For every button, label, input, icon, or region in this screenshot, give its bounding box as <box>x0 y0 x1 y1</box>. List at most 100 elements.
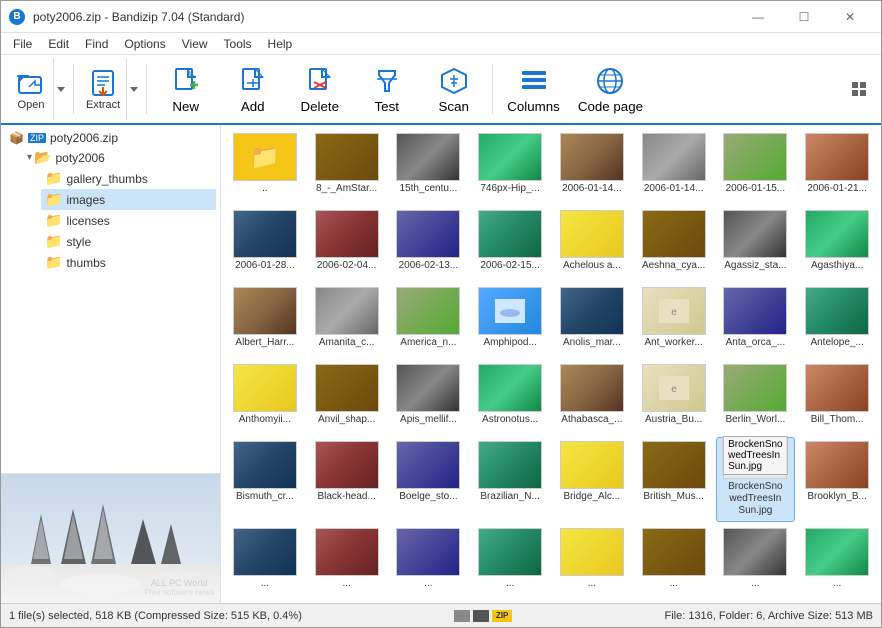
menu-tools[interactable]: Tools <box>216 35 260 53</box>
list-item[interactable]: Athabasca_... <box>552 360 632 435</box>
list-item[interactable]: Antelope_... <box>797 283 877 358</box>
list-item[interactable]: ... <box>716 524 796 599</box>
list-item[interactable]: Agasthiya... <box>797 206 877 281</box>
minimize-button[interactable]: — <box>735 1 781 33</box>
file-thumbnail <box>805 528 869 576</box>
menu-file[interactable]: File <box>5 35 40 53</box>
list-item[interactable]: 2006-01-14... <box>634 129 714 204</box>
list-item[interactable]: Aeshna_cya... <box>634 206 714 281</box>
file-thumbnail: 📁 <box>233 133 297 181</box>
file-thumbnail <box>315 287 379 335</box>
columns-button[interactable]: Columns <box>499 58 568 120</box>
tree-item-licenses[interactable]: 📁 licenses <box>41 210 216 231</box>
list-item[interactable]: Anta_orca_... <box>716 283 796 358</box>
title-bar: B poty2006.zip - Bandizip 7.04 (Standard… <box>1 1 881 33</box>
delete-button[interactable]: Delete <box>287 58 352 120</box>
file-thumbnail <box>396 441 460 489</box>
test-button[interactable]: Test <box>354 58 419 120</box>
add-button[interactable]: Add <box>220 58 285 120</box>
maximize-button[interactable]: ☐ <box>781 1 827 33</box>
list-item[interactable]: Black-head... <box>307 437 387 522</box>
list-item[interactable]: Anthomyii... <box>225 360 305 435</box>
list-item[interactable]: ... <box>470 524 550 599</box>
list-item[interactable]: 2006-02-04... <box>307 206 387 281</box>
open-button[interactable]: Open <box>9 58 53 120</box>
list-item[interactable]: British_Mus... <box>634 437 714 522</box>
list-item[interactable]: ... <box>389 524 469 599</box>
extract-button[interactable]: Extract <box>80 58 126 120</box>
brockensno-file-item[interactable]: BrockenSnowedTreesInSun.jpg BrockenSnowe… <box>716 437 796 522</box>
menu-options[interactable]: Options <box>116 35 173 53</box>
tree-item-zip[interactable]: 📦 ZIP poty2006.zip <box>5 129 216 147</box>
list-item[interactable]: 2006-02-13... <box>389 206 469 281</box>
list-item[interactable]: Agassiz_sta... <box>716 206 796 281</box>
new-button[interactable]: New <box>153 58 218 120</box>
file-name: 2006-02-15... <box>480 260 540 272</box>
list-item[interactable]: ... <box>225 524 305 599</box>
tree-item-poty2006[interactable]: ▾ 📂 poty2006 <box>23 147 216 168</box>
list-item[interactable]: Amanita_c... <box>307 283 387 358</box>
list-item[interactable]: ... <box>797 524 877 599</box>
list-item[interactable]: 2006-01-15... <box>716 129 796 204</box>
file-thumbnail <box>396 287 460 335</box>
grid-view-button[interactable] <box>845 75 873 103</box>
list-item[interactable]: 746px-Hip_... <box>470 129 550 204</box>
list-item[interactable]: ... <box>307 524 387 599</box>
tree-level2: 📁 gallery_thumbs 📁 images 📁 licenses <box>23 168 216 273</box>
list-item[interactable]: ... <box>634 524 714 599</box>
list-item[interactable]: Boelge_sto... <box>389 437 469 522</box>
extract-dropdown-arrow[interactable] <box>126 58 140 120</box>
file-thumbnail <box>560 287 624 335</box>
file-thumbnail <box>315 441 379 489</box>
list-item[interactable]: Astronotus... <box>470 360 550 435</box>
menu-edit[interactable]: Edit <box>40 35 77 53</box>
tree-item-thumbs[interactable]: 📁 thumbs <box>41 252 216 273</box>
menu-view[interactable]: View <box>174 35 216 53</box>
list-item[interactable]: Anvil_shap... <box>307 360 387 435</box>
list-item[interactable]: 2006-01-28... <box>225 206 305 281</box>
code-page-button[interactable]: Code page <box>570 58 651 120</box>
list-view-icon[interactable] <box>454 610 470 622</box>
preview-area: ALL PC World Free software news <box>1 473 220 603</box>
tree-item-gallery-thumbs[interactable]: 📁 gallery_thumbs <box>41 168 216 189</box>
file-name: ... <box>342 578 350 590</box>
menu-find[interactable]: Find <box>77 35 116 53</box>
list-item[interactable]: Bismuth_cr... <box>225 437 305 522</box>
zip-badge: ZIP <box>28 133 46 143</box>
list-item[interactable]: Bill_Thom... <box>797 360 877 435</box>
list-item[interactable]: Amphipod... <box>470 283 550 358</box>
file-thumbnail <box>478 528 542 576</box>
list-item[interactable]: Bridge_Alc... <box>552 437 632 522</box>
list-item[interactable]: 2006-01-21... <box>797 129 877 204</box>
list-item[interactable]: Anolis_mar... <box>552 283 632 358</box>
open-dropdown-arrow[interactable] <box>53 58 67 120</box>
list-item[interactable]: Achelous a... <box>552 206 632 281</box>
detail-view-icon[interactable] <box>473 610 489 622</box>
list-item[interactable]: Apis_mellif... <box>389 360 469 435</box>
menu-help[interactable]: Help <box>260 35 301 53</box>
list-item[interactable]: Brazilian_N... <box>470 437 550 522</box>
list-item[interactable]: ... <box>552 524 632 599</box>
delete-label: Delete <box>300 99 339 114</box>
close-button[interactable]: ✕ <box>827 1 873 33</box>
tree-item-style[interactable]: 📁 style <box>41 231 216 252</box>
list-item[interactable]: Albert_Harr... <box>225 283 305 358</box>
list-item[interactable]: Berlin_Worl... <box>716 360 796 435</box>
list-item[interactable]: 2006-02-15... <box>470 206 550 281</box>
list-item[interactable]: 📁 .. <box>225 129 305 204</box>
tooltip: BrockenSnowedTreesInSun.jpg <box>723 436 787 475</box>
file-name: Astronotus... <box>482 414 538 426</box>
tree-item-images[interactable]: 📁 images <box>41 189 216 210</box>
file-thumbnail <box>560 441 624 489</box>
list-item[interactable]: e Ant_worker... <box>634 283 714 358</box>
list-item[interactable]: America_n... <box>389 283 469 358</box>
list-item[interactable]: 15th_centu... <box>389 129 469 204</box>
status-icons: ZIP <box>454 610 512 622</box>
list-item[interactable]: 2006-01-14... <box>552 129 632 204</box>
list-item[interactable]: Brooklyn_B... <box>797 437 877 522</box>
list-item[interactable]: e Austria_Bu... <box>634 360 714 435</box>
list-item[interactable]: 8_-_AmStar... <box>307 129 387 204</box>
file-thumbnail <box>396 364 460 412</box>
preview-image: ALL PC World Free software news <box>1 474 220 603</box>
scan-button[interactable]: Scan <box>421 58 486 120</box>
